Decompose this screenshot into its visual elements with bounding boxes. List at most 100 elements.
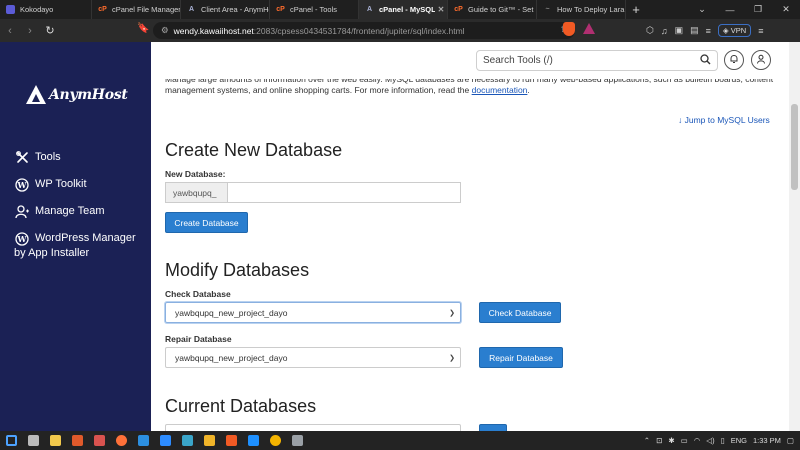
tab-favicon-icon: A: [188, 6, 195, 13]
brave-icon[interactable]: [220, 431, 242, 450]
sidebar-item-wp-toolkit[interactable]: W WP Toolkit: [14, 177, 87, 192]
tab-search-icon[interactable]: ⌄: [688, 0, 716, 19]
app-icon-glyph: [93, 435, 105, 446]
vpn-button[interactable]: ◈ VPN: [717, 24, 752, 37]
arrow-down-icon: ↓: [678, 115, 683, 125]
maximize-icon[interactable]: ❐: [744, 0, 772, 19]
search-icon[interactable]: [700, 54, 711, 68]
sidebar-item-manage-team[interactable]: Manage Team: [14, 204, 105, 219]
search-databases-input[interactable]: [165, 424, 461, 431]
sidebar-item-wordpress-manager[interactable]: W WordPress Manager by App Installer: [14, 231, 140, 261]
page-scrollbar[interactable]: [789, 42, 800, 431]
brand-name: AnymHost: [49, 87, 128, 103]
window-controls: ⌄ — ❐ ✕: [688, 0, 800, 19]
repair-database-value: yawbqupq_new_project_dayo: [175, 352, 288, 363]
cpanel-page: AnymHost Tools W WP Toolkit Manage Team: [0, 42, 800, 431]
brave-shields-icon[interactable]: [563, 22, 575, 36]
create-database-button[interactable]: Create Database: [165, 212, 248, 233]
new-database-label: New Database:: [165, 169, 226, 179]
battery-icon[interactable]: ▯: [721, 436, 725, 445]
chevron-down-icon: ❯: [449, 355, 455, 362]
reload-icon[interactable]: ↻: [40, 24, 60, 37]
volume-icon[interactable]: ◁): [706, 436, 714, 445]
language-indicator[interactable]: ENG: [731, 436, 747, 445]
new-tab-button[interactable]: +: [626, 0, 646, 19]
notifications-button[interactable]: [724, 50, 744, 70]
clock[interactable]: 1:33 PM: [753, 436, 781, 445]
close-tab-icon[interactable]: ✕: [435, 5, 447, 14]
forward-icon[interactable]: ›: [20, 25, 40, 37]
search-tools-input[interactable]: Search Tools (/): [476, 50, 718, 71]
notification-center-icon[interactable]: ▢: [787, 436, 794, 445]
user-menu-button[interactable]: [751, 50, 771, 70]
documentation-link[interactable]: documentation: [472, 85, 528, 95]
app-icon[interactable]: [66, 431, 88, 450]
jump-to-mysql-users-link[interactable]: ↓ Jump to MySQL Users: [678, 115, 770, 125]
new-database-input[interactable]: [227, 182, 461, 203]
browser-tab[interactable]: ~ How To Deploy Lara: [537, 0, 626, 19]
repair-database-label: Repair Database: [165, 334, 232, 344]
task-view-icon[interactable]: [22, 431, 44, 450]
firefox-icon[interactable]: [110, 431, 132, 450]
vpn-label: VPN: [730, 26, 747, 35]
brand-logo[interactable]: AnymHost: [26, 85, 128, 105]
tab-title: cPanel - Tools: [290, 5, 337, 14]
display-icon[interactable]: ▭: [681, 436, 688, 445]
wifi-icon[interactable]: ◠: [694, 436, 701, 445]
wallet-icon[interactable]: ▤: [690, 25, 699, 36]
bell-icon: [729, 51, 739, 69]
browser-tab[interactable]: cP cPanel File Manager: [92, 0, 181, 19]
file-explorer-icon-glyph: [49, 435, 61, 446]
vscode-icon[interactable]: [132, 431, 154, 450]
app-icon[interactable]: [88, 431, 110, 450]
sidebar-item-tools[interactable]: Tools: [14, 150, 61, 165]
media-icon[interactable]: ♫: [661, 26, 668, 36]
url-path: :2083/cpsess0434531784/frontend/jupiter/…: [253, 25, 465, 36]
close-window-icon[interactable]: ✕: [772, 0, 800, 19]
file-explorer-icon[interactable]: [44, 431, 66, 450]
minimize-icon[interactable]: —: [716, 0, 744, 19]
create-database-heading: Create New Database: [165, 140, 343, 160]
menu-icon[interactable]: ≡: [706, 26, 711, 36]
check-database-select[interactable]: yawbqupq_new_project_dayo ❯: [165, 302, 461, 323]
intro-text: Manage large amounts of information over…: [165, 79, 774, 95]
task-view-icon-glyph: [27, 435, 39, 446]
repair-database-button[interactable]: Repair Database: [479, 347, 563, 368]
browser-tab[interactable]: A Client Area - AnymHost: [181, 0, 270, 19]
sidebar-item-label: Manage Team: [35, 205, 105, 217]
sidebar-toggle-icon[interactable]: ▣: [675, 25, 684, 36]
bluetooth-icon[interactable]: ✱: [668, 436, 674, 445]
browser-tab[interactable]: AcPanel - MySQL ✕: [359, 0, 448, 19]
search-databases-button[interactable]: [479, 424, 507, 431]
app-icon[interactable]: [242, 431, 264, 450]
browser-tab[interactable]: cP cPanel - Tools: [270, 0, 359, 19]
check-database-button[interactable]: Check Database: [479, 302, 561, 323]
tools-icon: [14, 150, 30, 165]
windows-start-icon[interactable]: [0, 431, 22, 450]
zoom-icon[interactable]: [154, 431, 176, 450]
tab-favicon-icon: ~: [545, 6, 550, 13]
url-host: wendy.kawaiihost.net: [173, 25, 254, 36]
app-icon[interactable]: [176, 431, 198, 450]
network-icon[interactable]: ⊡: [656, 436, 662, 445]
url-bar[interactable]: ⚙ wendy.kawaiihost.net :2083/cpsess04345…: [153, 22, 575, 39]
extensions-icon[interactable]: ⬡: [646, 25, 654, 36]
wordpress-icon: W: [14, 231, 30, 246]
scrollbar-thumb[interactable]: [791, 104, 798, 190]
bookmark-icon[interactable]: 🔖: [137, 23, 149, 34]
check-database-value: yawbqupq_new_project_dayo: [175, 307, 288, 318]
browser-tab[interactable]: cP Guide to Git™ - Set: [448, 0, 537, 19]
site-info-icon[interactable]: ⚙: [161, 25, 169, 36]
firefox-icon-glyph: [115, 435, 127, 446]
file-explorer-icon[interactable]: [198, 431, 220, 450]
app-icon[interactable]: [286, 431, 308, 450]
chrome-icon[interactable]: [264, 431, 286, 450]
more-icon[interactable]: ≡: [758, 26, 763, 36]
browser-tab[interactable]: Kokodayo: [0, 0, 92, 19]
back-icon[interactable]: ‹: [0, 25, 20, 37]
chevron-up-icon[interactable]: ⌃: [644, 436, 650, 445]
file-explorer-icon-glyph: [203, 435, 215, 446]
brave-rewards-icon[interactable]: [583, 23, 595, 34]
repair-database-select[interactable]: yawbqupq_new_project_dayo ❯: [165, 347, 461, 368]
svg-text:W: W: [17, 180, 28, 190]
